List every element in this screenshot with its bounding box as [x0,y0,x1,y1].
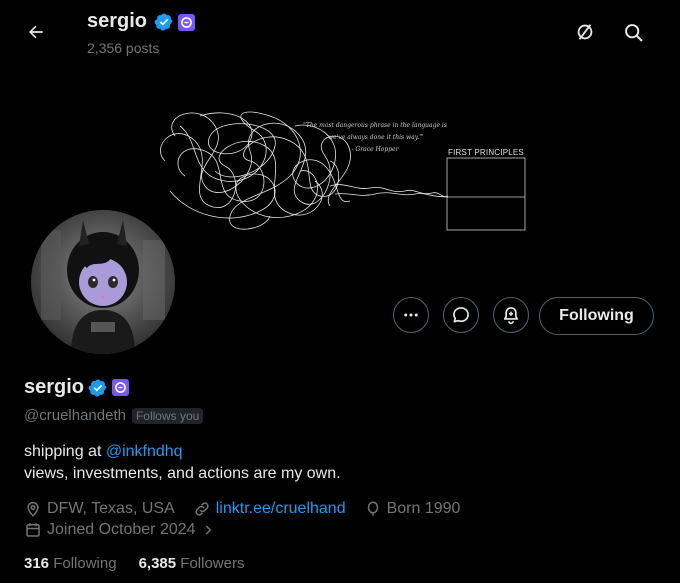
location-text: DFW, Texas, USA [47,500,175,517]
header-name: sergio [87,10,148,32]
chat-bubble-icon [453,307,469,323]
quote-line-2: 'we've always done it this way.'" [326,134,424,141]
website-item: linktr.ee/cruelhand [193,500,346,518]
chevron-right-icon [205,525,211,535]
followers-count: 6,385 [138,555,177,572]
message-button[interactable] [443,297,479,333]
joined-text: Joined October 2024 [47,521,196,538]
avatar-illustration [31,210,175,354]
birthday-item: Born 1990 [364,500,461,518]
search-icon [624,23,642,41]
more-horizontal-icon [404,313,418,317]
bio-line-2: views, investments, and actions are my o… [24,465,341,482]
notifications-button[interactable] [493,297,529,333]
profile-name-row: sergio [24,376,130,399]
followers-stat-link[interactable]: 6,385 Followers [139,555,245,572]
bio-mention-link[interactable]: @inkfndhq [106,443,183,460]
bell-slash-icon [577,24,593,40]
verified-badge-icon[interactable] [88,378,108,398]
bell-plus-icon [503,307,519,325]
post-count: 2,356 posts [87,40,160,56]
back-button[interactable] [20,16,52,48]
handle-row: @cruelhandeth Follows you [24,407,204,424]
profile-bio: shipping at @inkfndhq views, investments… [24,441,341,485]
bio-line-1: shipping at @inkfndhq [24,441,341,463]
profile-avatar[interactable] [28,207,178,357]
profile-meta-row-1: DFW, Texas, USA linktr.ee/cruelhand Born… [24,500,478,518]
website-link[interactable]: linktr.ee/cruelhand [216,500,346,518]
follows-you-badge: Follows you [131,407,204,424]
followers-label: Followers [180,555,245,572]
balloon-icon [367,501,378,516]
profile-handle: @cruelhandeth [24,407,126,424]
birthday-text: Born 1990 [386,500,461,517]
profile-name: sergio [24,376,85,398]
calendar-icon [26,523,40,537]
quote-attribution: - Grace Hopper [351,146,399,153]
following-button[interactable]: Following [539,297,654,335]
organization-badge-icon[interactable] [112,379,130,396]
following-stat-link[interactable]: 316 Following [24,555,117,572]
search-button[interactable] [616,15,650,49]
header-badges [154,12,195,32]
quote-line-1: "The most dangerous phrase in the langua… [303,122,447,129]
location-pin-icon [27,501,39,517]
joined-item[interactable]: Joined October 2024 [24,521,215,539]
arrow-left-icon [29,25,43,39]
following-label: Following [53,555,117,572]
no-notifications-button[interactable] [568,15,602,49]
location-item: DFW, Texas, USA [24,500,175,518]
follow-stats: 316 Following 6,385 Followers [24,555,244,572]
profile-meta-row-2: Joined October 2024 [24,521,233,539]
banner-quote: "The most dangerous phrase in the langua… [290,120,460,156]
verified-badge-icon [154,13,173,31]
organization-badge-icon [178,13,195,31]
top-bar: sergio 2,356 posts [0,0,680,66]
more-options-button[interactable] [393,297,429,333]
link-icon [195,502,209,516]
banner-label: FIRST PRINCIPLES [448,148,524,157]
following-count: 316 [24,555,50,572]
bio-prefix: shipping at [24,443,106,460]
